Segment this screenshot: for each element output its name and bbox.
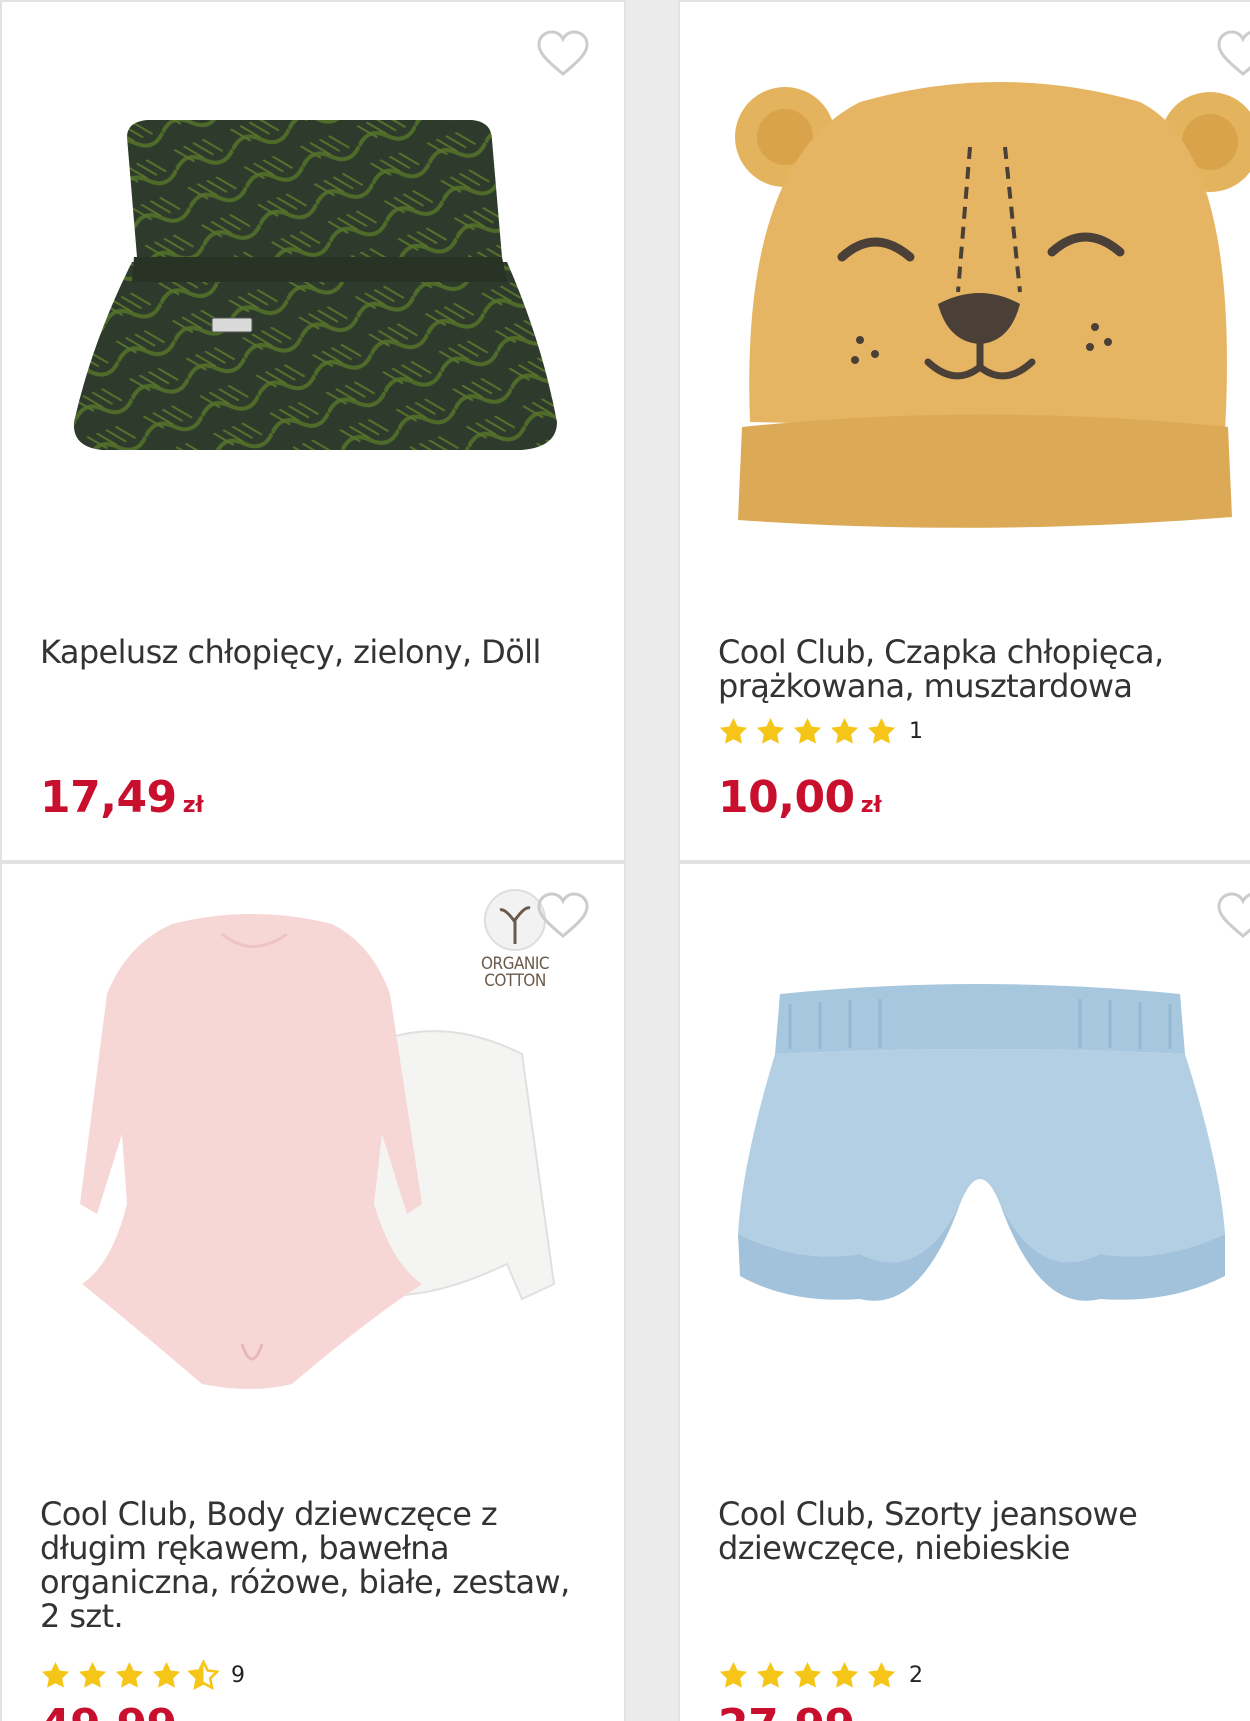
product-rating: 1 bbox=[718, 714, 923, 748]
star-icon bbox=[793, 1661, 822, 1688]
product-price: 17,49 zł bbox=[40, 772, 204, 823]
price-amount: 49,99 bbox=[40, 1700, 177, 1721]
price-amount: 10,00 bbox=[718, 772, 855, 823]
star-icon bbox=[793, 717, 822, 744]
rating-count: 9 bbox=[231, 1662, 245, 1688]
star-icon bbox=[830, 1661, 859, 1688]
star-icon bbox=[830, 717, 859, 744]
product-rating: 2 bbox=[718, 1658, 923, 1692]
product-image[interactable] bbox=[680, 904, 1250, 1444]
product-title[interactable]: Cool Club, Body dziewczęce z długim ręka… bbox=[40, 1497, 584, 1633]
star-icon bbox=[867, 717, 896, 744]
price-currency: zł bbox=[860, 793, 882, 818]
price-currency: zł bbox=[182, 793, 204, 818]
product-card[interactable]: Kapelusz chłopięcy, zielony, Döll 17,49 z… bbox=[0, 0, 626, 862]
product-title[interactable]: Cool Club, Czapka chłopięca, prążkowana,… bbox=[718, 635, 1236, 703]
product-card[interactable]: ORGANIC COTTON Cool Club, Body dziewczęc… bbox=[0, 862, 626, 1721]
pink-white-bodysuits-image bbox=[80, 914, 556, 1389]
product-price: 10,00 zł bbox=[718, 772, 882, 823]
rating-stars bbox=[40, 1659, 219, 1691]
star-half-icon bbox=[188, 1659, 219, 1690]
product-price: 27,99zł bbox=[718, 1700, 882, 1721]
star-icon bbox=[41, 1661, 70, 1688]
star-icon bbox=[719, 717, 748, 744]
product-price: 49,99zł bbox=[40, 1700, 204, 1721]
product-card[interactable]: Cool Club, Czapka chłopięca, prążkowana,… bbox=[678, 0, 1250, 862]
product-image[interactable] bbox=[2, 42, 624, 582]
rating-count: 1 bbox=[909, 718, 923, 744]
star-icon bbox=[115, 1661, 144, 1688]
product-title[interactable]: Cool Club, Szorty jeansowe dziewczęce, n… bbox=[718, 1497, 1236, 1565]
star-icon bbox=[756, 717, 785, 744]
product-image[interactable] bbox=[2, 904, 624, 1444]
blue-denim-shorts-image bbox=[738, 984, 1225, 1301]
star-icon bbox=[867, 1661, 896, 1688]
star-icon bbox=[152, 1661, 181, 1688]
star-icon bbox=[78, 1661, 107, 1688]
rating-stars bbox=[718, 1660, 897, 1691]
price-amount: 27,99 bbox=[718, 1700, 855, 1721]
mustard-bear-beanie-image bbox=[735, 82, 1250, 528]
green-bucket-hat-image bbox=[73, 120, 557, 450]
rating-stars bbox=[718, 716, 897, 747]
product-image[interactable] bbox=[680, 42, 1250, 582]
product-rating: 9 bbox=[40, 1658, 245, 1692]
product-title[interactable]: Kapelusz chłopięcy, zielony, Döll bbox=[40, 635, 584, 669]
price-amount: 17,49 bbox=[40, 772, 177, 823]
rating-count: 2 bbox=[909, 1662, 923, 1688]
star-icon bbox=[756, 1661, 785, 1688]
star-icon bbox=[719, 1661, 748, 1688]
product-card[interactable]: Cool Club, Szorty jeansowe dziewczęce, n… bbox=[678, 862, 1250, 1721]
product-grid: Kapelusz chłopięcy, zielony, Döll 17,49 z… bbox=[0, 0, 1250, 1721]
